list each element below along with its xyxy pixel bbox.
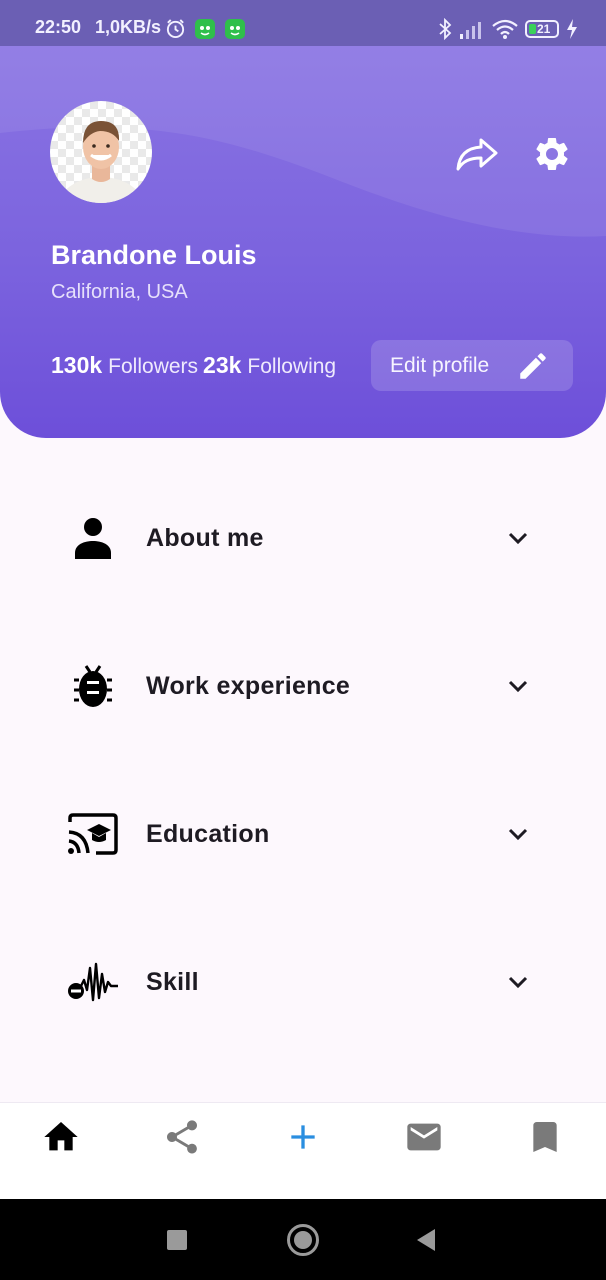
profile-name: Brandone Louis — [51, 240, 257, 270]
cast-for-education-icon — [68, 813, 118, 855]
edit-profile-label: Edit profile — [390, 354, 490, 377]
app-notification-icon — [195, 19, 215, 39]
person-icon — [75, 518, 111, 559]
chevron-down-icon[interactable] — [506, 970, 530, 994]
chevron-down-icon[interactable] — [506, 822, 530, 846]
status-time: 22:50 — [35, 17, 82, 37]
home-icon[interactable] — [287, 1224, 319, 1256]
recents-icon[interactable] — [167, 1230, 187, 1250]
share-icon — [456, 138, 498, 171]
settings-button[interactable] — [532, 134, 572, 174]
followers-count: 130k — [51, 352, 103, 378]
section-label: Work experience — [146, 672, 351, 700]
app-notification-icon — [225, 19, 245, 39]
bottom-navigation — [0, 1102, 606, 1200]
follow-stats: 130k Followers 23k Following — [51, 352, 341, 379]
system-navigation-bar — [0, 1199, 606, 1280]
section-label: Skill — [146, 968, 199, 996]
profile-header: Brandone Louis California, USA 130k Follo… — [0, 46, 606, 438]
section-education[interactable]: Education — [0, 774, 606, 894]
following-label: Following — [247, 355, 337, 378]
section-label: About me — [146, 524, 264, 552]
status-bar: 22:50 1,0KB/s 21 — [0, 0, 606, 46]
section-work-experience[interactable]: Work experience — [0, 626, 606, 746]
battery-level: 21 — [537, 22, 551, 36]
signal-icon — [460, 22, 481, 39]
network-speed: 1,0KB/s — [95, 17, 162, 37]
add-icon[interactable] — [283, 1117, 323, 1157]
mail-icon[interactable] — [404, 1117, 444, 1157]
followers-label: Followers — [108, 355, 199, 378]
edit-profile-button[interactable]: Edit profile — [371, 340, 573, 391]
avatar[interactable] — [50, 101, 152, 203]
avatar-photo — [57, 121, 145, 203]
section-about-me[interactable]: About me — [0, 478, 606, 598]
charging-icon — [567, 19, 577, 39]
battery-icon: 21 — [525, 20, 559, 38]
share-icon[interactable] — [162, 1117, 202, 1157]
audio-wave-icon — [68, 962, 118, 1002]
section-label: Education — [146, 820, 270, 848]
home-icon[interactable] — [41, 1117, 81, 1157]
edit-icon — [520, 353, 546, 379]
bluetooth-icon — [439, 18, 452, 40]
section-skill[interactable]: Skill — [0, 922, 606, 1042]
wifi-icon — [492, 19, 518, 39]
alarm-icon — [166, 19, 185, 39]
bug-icon — [74, 665, 112, 707]
back-icon[interactable] — [414, 1227, 438, 1253]
settings-icon — [536, 138, 568, 170]
profile-location: California, USA — [51, 281, 188, 303]
share-button[interactable] — [454, 134, 500, 174]
following-count: 23k — [203, 352, 242, 378]
chevron-down-icon[interactable] — [506, 674, 530, 698]
bookmark-icon[interactable] — [525, 1117, 565, 1157]
chevron-down-icon[interactable] — [506, 526, 530, 550]
